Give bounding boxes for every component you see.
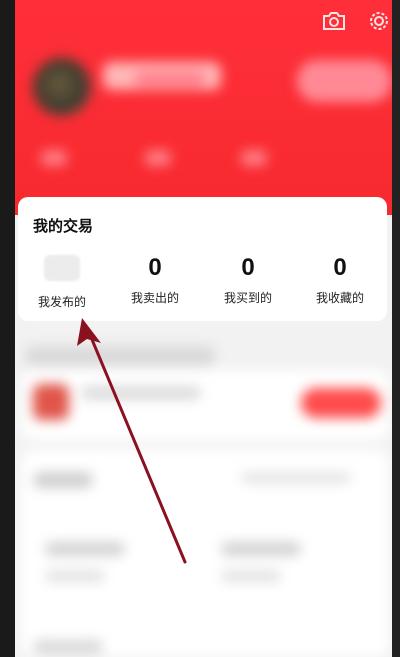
trade-item-label: 我发布的 (37, 295, 86, 309)
blurred-stat (41, 150, 67, 166)
blurred-header-pill[interactable] (297, 60, 392, 102)
avatar[interactable] (33, 58, 91, 116)
my-trades-card: 我的交易 我发布的 0 我卖出的 0 我买到的 0 我收藏的 (18, 197, 387, 321)
blurred-action-button[interactable] (301, 388, 381, 418)
published-thumbnail-placeholder (44, 255, 80, 281)
blurred-text (45, 570, 105, 582)
blurred-username-detail (135, 72, 205, 86)
trade-item-favorites[interactable]: 0 我收藏的 (294, 253, 386, 313)
blurred-text (221, 542, 301, 556)
trade-item-label: 我买到的 (223, 291, 272, 305)
gear-icon[interactable] (366, 10, 392, 32)
blurred-stat (241, 150, 267, 166)
blurred-stat (145, 150, 171, 166)
blurred-content-area (15, 332, 392, 657)
trade-item-bought[interactable]: 0 我买到的 (202, 253, 294, 313)
trade-item-label: 我卖出的 (130, 291, 179, 305)
blurred-promo-card[interactable] (21, 370, 389, 440)
trade-item-count: 0 (333, 254, 347, 281)
right-background-strip (392, 0, 400, 657)
app-screen: 我的交易 我发布的 0 我卖出的 0 我买到的 0 我收藏的 (15, 0, 392, 657)
blurred-heading (25, 346, 215, 366)
camera-icon[interactable] (321, 10, 347, 32)
trade-item-count: 0 (148, 254, 162, 281)
blurred-text (221, 570, 281, 582)
blurred-text (45, 542, 125, 556)
blurred-promo-image (33, 384, 69, 420)
profile-header (15, 0, 392, 215)
trade-item-count: 0 (241, 254, 255, 281)
card-title: 我的交易 (33, 217, 94, 235)
trade-item-published[interactable]: 我发布的 (16, 253, 108, 313)
blurred-text (241, 472, 351, 484)
blurred-heading (33, 472, 93, 488)
blurred-heading (33, 640, 103, 654)
blurred-text (81, 386, 201, 400)
left-background-strip (0, 0, 15, 657)
blurred-list-card (21, 450, 389, 657)
trade-item-label: 我收藏的 (315, 291, 364, 305)
trade-item-sold[interactable]: 0 我卖出的 (109, 253, 201, 313)
